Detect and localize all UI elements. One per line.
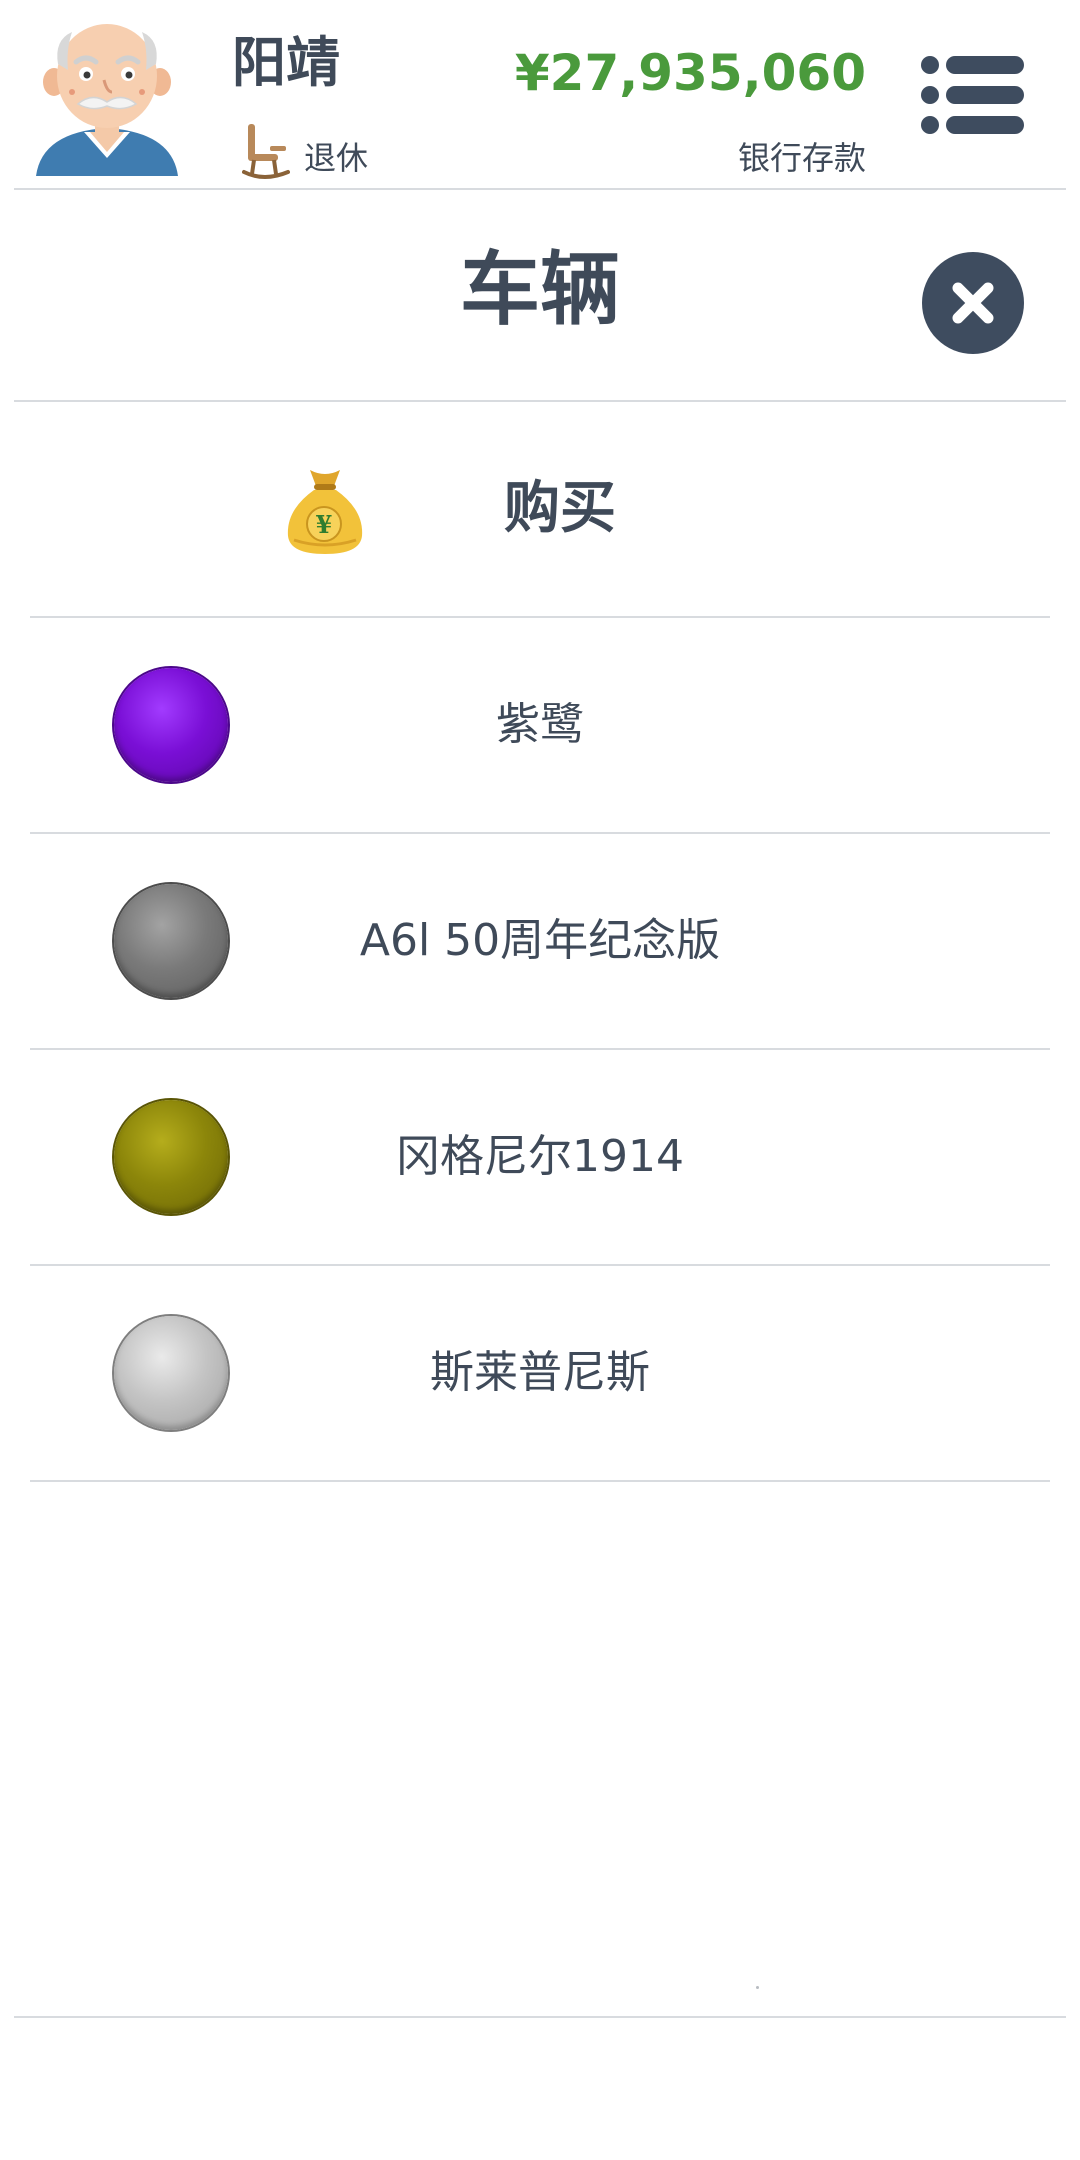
page-title: 车辆 [460, 243, 620, 336]
vehicle-name: A6l 50周年纪念版 [359, 915, 721, 966]
list-menu-icon[interactable] [918, 52, 1026, 138]
status-label: 退休 [304, 139, 369, 177]
vehicle-name: 斯莱普尼斯 [430, 1347, 650, 1398]
vehicle-row[interactable]: 冈格尼尔1914 [30, 1050, 1050, 1266]
vehicle-row[interactable]: A6l 50周年纪念版 [30, 834, 1050, 1050]
vehicle-name: 紫鹭 [496, 699, 584, 750]
close-icon [952, 282, 994, 324]
vehicle-list: ¥ 购买 紫鹭 A6l 50周年纪念版 冈格尼尔1914 斯莱普尼斯 [30, 402, 1050, 1482]
vehicle-name: 冈格尼尔1914 [396, 1131, 684, 1182]
bottom-divider [14, 2016, 1066, 2018]
close-button[interactable] [922, 252, 1024, 354]
buy-vehicle-button[interactable]: ¥ 购买 [30, 402, 1050, 618]
old-man-avatar-icon[interactable] [32, 20, 182, 178]
header-divider [14, 188, 1066, 190]
buy-label: 购买 [504, 476, 616, 541]
vehicle-row[interactable]: 紫鹭 [30, 618, 1050, 834]
bank-balance: ¥27,935,060 [514, 44, 866, 102]
top-status-bar: 阳靖 退休 ¥27,935,060 银行存款 [0, 0, 1080, 190]
decorative-dot [756, 1986, 759, 1989]
vehicle-row[interactable]: 斯莱普尼斯 [30, 1266, 1050, 1482]
rocking-chair-icon [242, 124, 290, 179]
bank-balance-label: 银行存款 [737, 139, 866, 177]
player-name: 阳靖 [232, 31, 340, 94]
